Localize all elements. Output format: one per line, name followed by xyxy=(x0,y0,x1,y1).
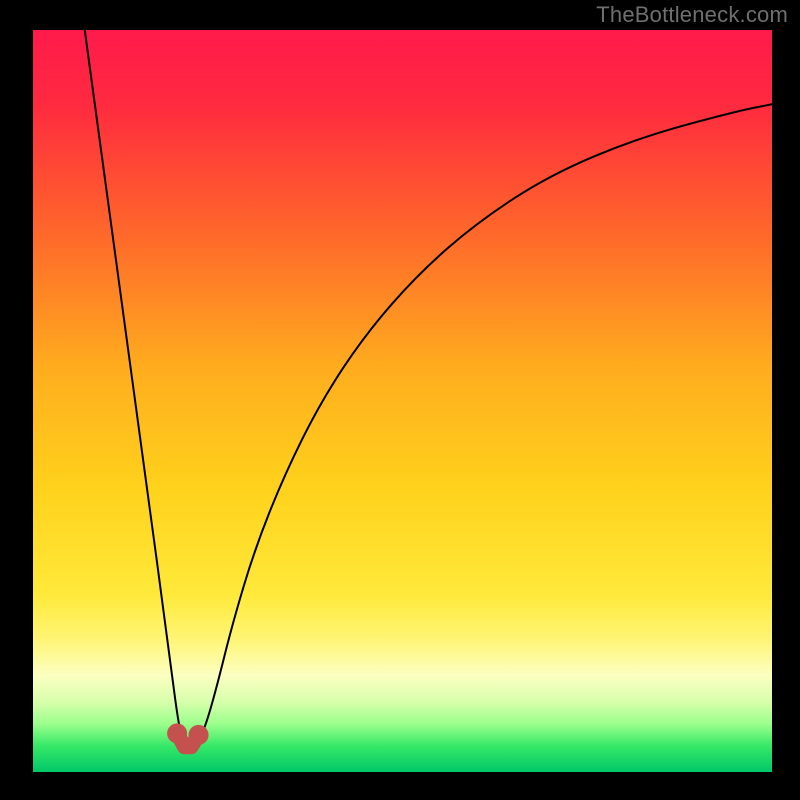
plot-area xyxy=(33,30,772,772)
outer-frame: TheBottleneck.com xyxy=(0,0,800,800)
marker-dot xyxy=(189,725,209,745)
watermark-text: TheBottleneck.com xyxy=(596,2,788,28)
gradient-background xyxy=(33,30,772,772)
chart-svg xyxy=(33,30,772,772)
